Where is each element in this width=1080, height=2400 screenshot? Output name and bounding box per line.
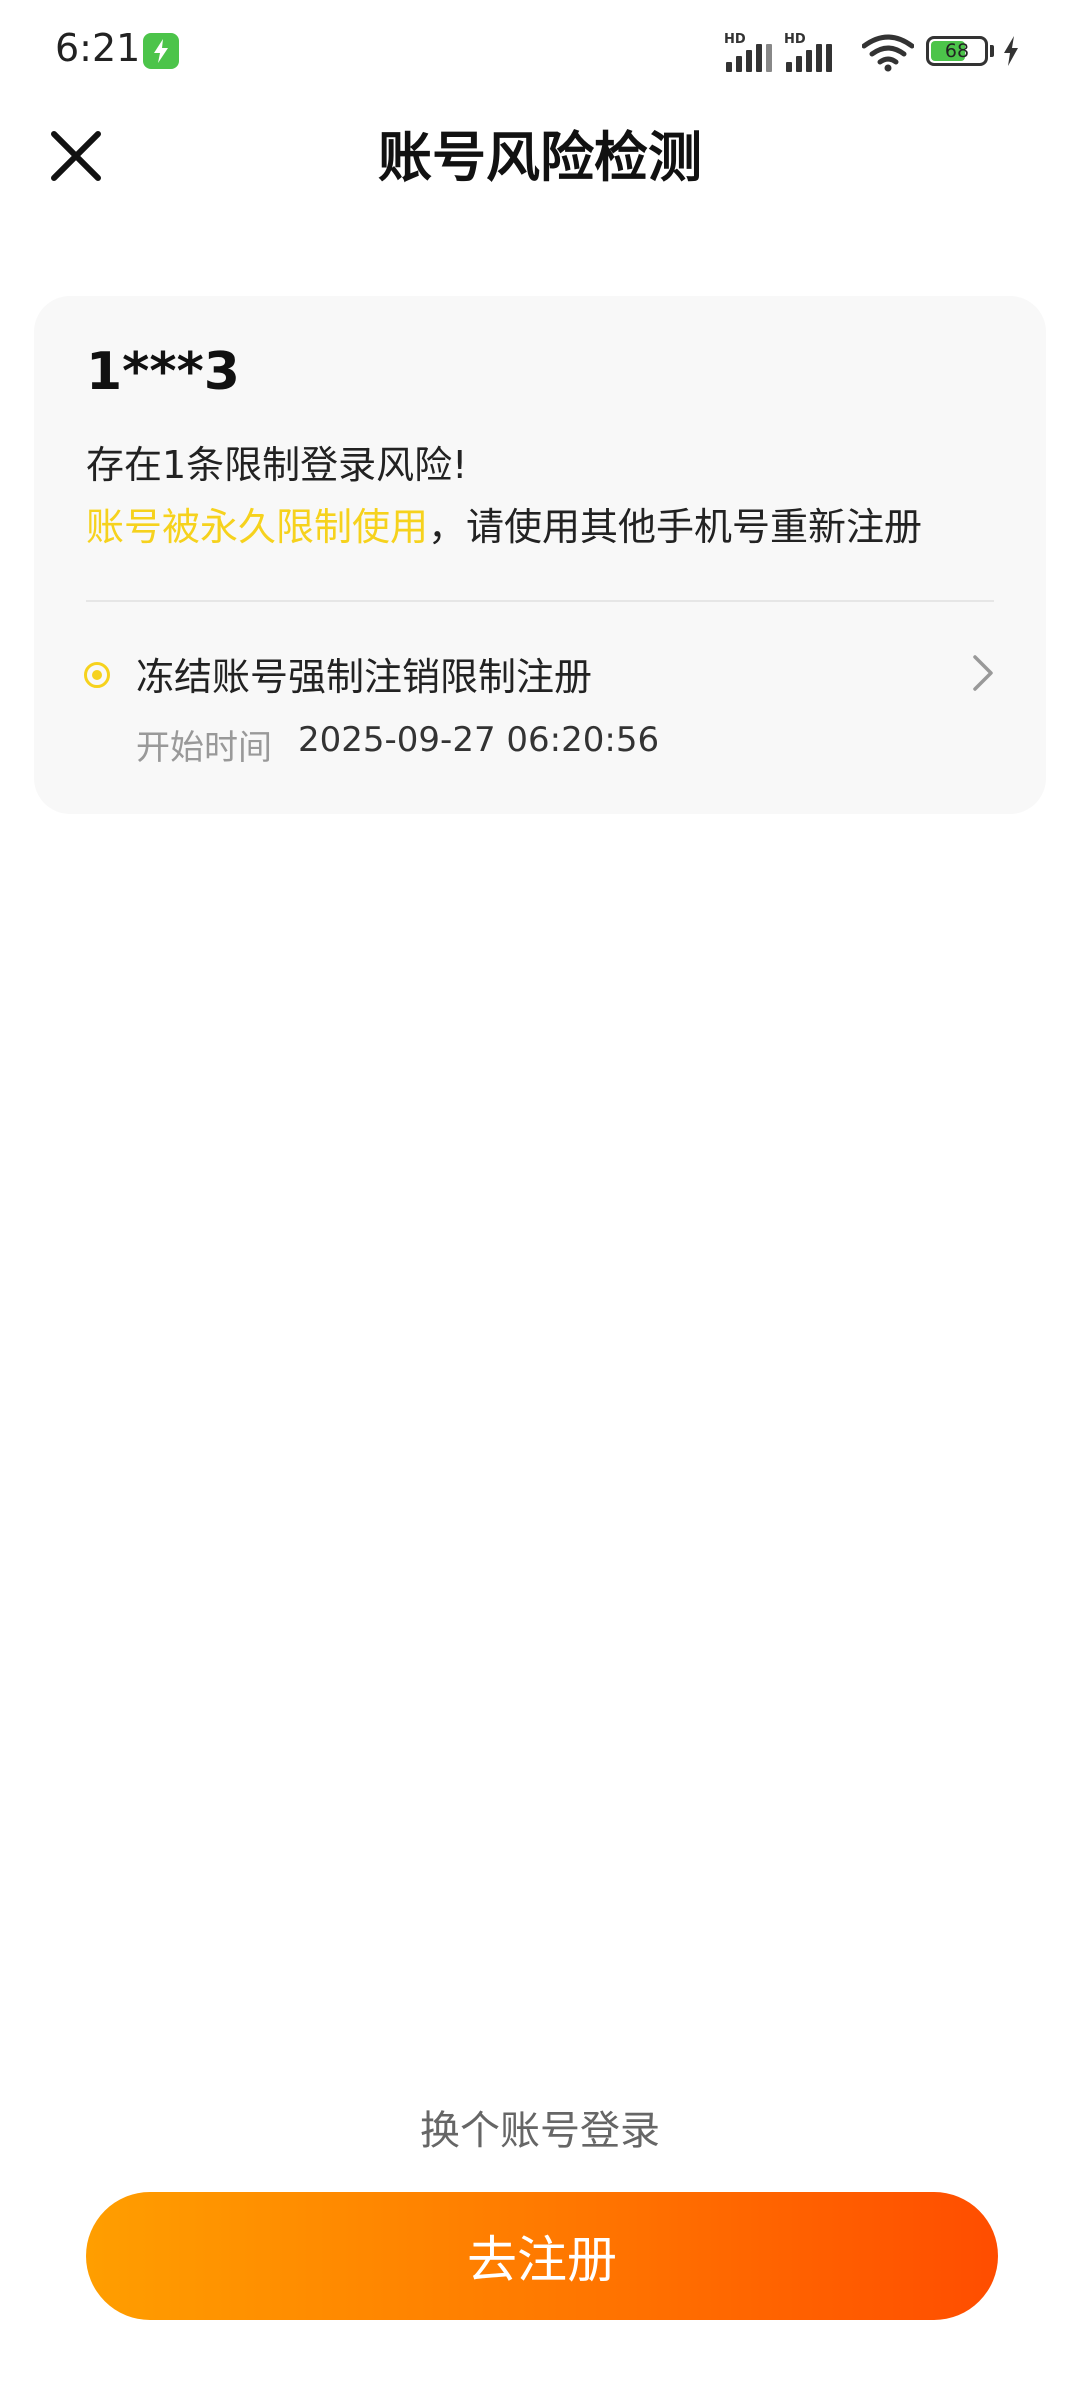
register-button[interactable]: 去注册: [86, 2192, 998, 2320]
risk-count-text: 存在1条限制登录风险!: [86, 443, 468, 487]
signal-sim1-icon: HD: [724, 32, 778, 72]
risk-item-title: 冻结账号强制注销限制注册: [136, 655, 593, 699]
status-bar: 6:21 HD HD 68: [0, 0, 1080, 105]
risk-message: 账号被永久限制使用，请使用其他手机号重新注册: [86, 496, 922, 551]
risk-instruction: ，请使用其他手机号重新注册: [428, 505, 923, 549]
app-notification-icon: [143, 33, 179, 69]
battery-icon: 68: [926, 36, 988, 66]
charging-icon: [1004, 36, 1018, 66]
wifi-icon: [862, 34, 914, 72]
risk-highlight: 账号被永久限制使用: [86, 505, 429, 549]
battery-tip: [990, 45, 994, 57]
status-time: 6:21: [55, 26, 141, 70]
page-title: 账号风险检测: [378, 126, 702, 189]
divider: [86, 600, 994, 602]
start-time-label: 开始时间: [136, 728, 272, 768]
risk-card: 1***3 存在1条限制登录风险! 账号被永久限制使用，请使用其他手机号重新注册…: [34, 296, 1046, 814]
hd-label: HD: [724, 32, 746, 47]
signal-sim2-icon: HD: [784, 32, 838, 72]
start-time-value: 2025-09-27 06:20:56: [298, 720, 660, 760]
switch-account-link[interactable]: 换个账号登录: [0, 2098, 1080, 2156]
radio-dot-icon: [84, 662, 110, 688]
register-button-label: 去注册: [467, 2231, 617, 2289]
masked-account: 1***3: [86, 342, 240, 402]
battery-percent: 68: [944, 40, 970, 62]
chevron-right-icon: [973, 655, 993, 691]
hd-label: HD: [784, 32, 806, 47]
